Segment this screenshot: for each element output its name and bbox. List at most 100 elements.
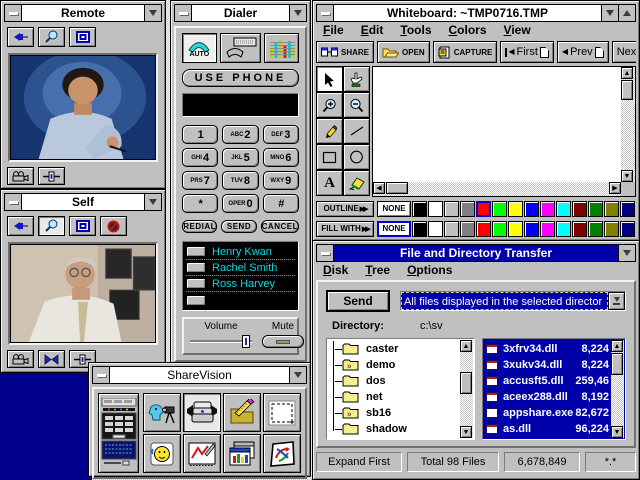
whiteboard-tools-button[interactable]: [223, 393, 261, 432]
first-page-button[interactable]: ◀ First: [500, 41, 554, 63]
app-share-button[interactable]: [223, 434, 261, 473]
key-4[interactable]: GHI4: [182, 148, 218, 167]
zoom-button[interactable]: [38, 216, 65, 236]
combobox-dropdown-button[interactable]: [608, 292, 625, 310]
key-3[interactable]: DEF3: [263, 125, 299, 144]
speed-dial-button[interactable]: [186, 278, 206, 289]
color-swatch[interactable]: [588, 201, 603, 217]
auto-dial-mode-button[interactable]: AUTO: [182, 33, 217, 63]
zoom-button[interactable]: [38, 27, 65, 47]
scroll-thumb[interactable]: [460, 372, 472, 394]
tree-row[interactable]: caster: [329, 341, 459, 357]
color-swatch[interactable]: [412, 221, 427, 237]
menu-tools[interactable]: Tools: [400, 23, 431, 37]
volume-slider-thumb[interactable]: [242, 335, 250, 348]
zoom-out-tool[interactable]: [343, 92, 370, 118]
scroll-thumb[interactable]: [386, 182, 408, 194]
color-swatch[interactable]: [556, 221, 571, 237]
folder-name[interactable]: dos: [366, 375, 386, 387]
folder-name[interactable]: caster: [366, 343, 398, 355]
minimize-button[interactable]: [618, 245, 635, 261]
scroll-up-button[interactable]: ▲: [621, 67, 633, 79]
menu-view[interactable]: View: [504, 23, 531, 37]
line-tool[interactable]: [343, 118, 370, 144]
open-button[interactable]: OPEN: [377, 41, 430, 63]
color-swatch[interactable]: [444, 201, 459, 217]
tree-row[interactable]: dos: [329, 373, 459, 389]
key-star[interactable]: *: [182, 194, 218, 213]
color-swatch[interactable]: [604, 221, 619, 237]
scroll-thumb[interactable]: [611, 353, 623, 375]
video-call-button[interactable]: [143, 393, 181, 432]
folder-name[interactable]: demo: [366, 359, 395, 371]
key-1[interactable]: 1: [182, 125, 218, 144]
file-row[interactable]: as.dll96,224: [485, 421, 610, 437]
full-view-button[interactable]: [69, 216, 96, 236]
scroll-down-button[interactable]: ▼: [621, 170, 633, 182]
key-2[interactable]: ABC2: [222, 125, 258, 144]
outline-label-button[interactable]: OUTLINE▶▶: [316, 201, 374, 217]
pin-button[interactable]: [7, 216, 34, 236]
key-8[interactable]: TUV8: [222, 171, 258, 190]
color-swatch[interactable]: [556, 201, 571, 217]
color-swatch[interactable]: [604, 201, 619, 217]
color-swatch[interactable]: [460, 201, 475, 217]
contact-name[interactable]: Ross Harvey: [212, 278, 275, 290]
file-list-scrollbar[interactable]: ▲ ▼: [611, 340, 624, 438]
tree-row[interactable]: net: [329, 389, 459, 405]
scroll-thumb[interactable]: [621, 80, 633, 100]
pencil-tool[interactable]: [316, 118, 343, 144]
color-swatch[interactable]: [476, 221, 491, 237]
text-tool[interactable]: A: [316, 170, 343, 196]
key-6[interactable]: MNO6: [263, 148, 299, 167]
image-share-button[interactable]: [263, 434, 301, 473]
hand-tool[interactable]: [343, 66, 370, 92]
menu-colors[interactable]: Colors: [449, 23, 487, 37]
zoom-in-tool[interactable]: [316, 92, 343, 118]
speed-dial-button[interactable]: [186, 295, 206, 306]
privacy-button[interactable]: [100, 216, 127, 236]
send-scope-combobox[interactable]: All files displayed in the selected dire…: [400, 291, 626, 311]
speed-dial-button[interactable]: [186, 246, 206, 257]
pin-button[interactable]: [7, 27, 34, 47]
dialer-launcher-button[interactable]: [98, 393, 139, 473]
scroll-up-button[interactable]: ▲: [611, 340, 623, 352]
color-swatch[interactable]: [620, 221, 635, 237]
share-button[interactable]: SHARE: [316, 41, 374, 63]
tree-row[interactable]: shadow: [329, 421, 459, 437]
control-menu-button[interactable]: [5, 194, 22, 210]
file-row[interactable]: appshare.exe82,672: [485, 405, 610, 421]
color-swatch[interactable]: [508, 221, 523, 237]
minimize-button[interactable]: [144, 194, 161, 210]
mute-button[interactable]: [262, 335, 304, 348]
ellipse-tool[interactable]: [343, 144, 370, 170]
color-swatch[interactable]: [524, 201, 539, 217]
key-7[interactable]: PRS7: [182, 171, 218, 190]
rectangle-tool[interactable]: [316, 144, 343, 170]
camera-button[interactable]: [7, 350, 34, 368]
prev-page-button[interactable]: ◀ Prev: [557, 41, 609, 63]
color-swatch[interactable]: [540, 201, 555, 217]
phonebook-button[interactable]: [183, 393, 221, 432]
control-menu-button[interactable]: [317, 245, 334, 261]
key-5[interactable]: JKL5: [222, 148, 258, 167]
file-row[interactable]: aceex288.dll8,192: [485, 389, 610, 405]
send-button[interactable]: Send: [326, 290, 390, 312]
self-view-button[interactable]: [143, 434, 181, 473]
color-swatch[interactable]: [460, 221, 475, 237]
whiteboard-canvas[interactable]: [373, 67, 621, 182]
file-row[interactable]: 3xfrv34.dll8,224: [485, 341, 610, 357]
minimize-button[interactable]: [144, 5, 161, 21]
contact-name[interactable]: Henry Kwan: [212, 246, 272, 258]
send-call-button[interactable]: SEND: [221, 220, 256, 233]
audio-levels-button[interactable]: [264, 33, 299, 63]
color-swatch[interactable]: [572, 221, 587, 237]
whiteboard-button[interactable]: [183, 434, 221, 473]
directory-tree-list[interactable]: caster » demo dos net » sb16: [326, 338, 475, 440]
tree-row[interactable]: » demo: [329, 357, 459, 373]
menu-edit[interactable]: Edit: [361, 23, 384, 37]
camera-button[interactable]: [7, 167, 34, 185]
redial-button[interactable]: REDIAL: [182, 220, 217, 233]
contact-name[interactable]: Rachel Smith: [212, 262, 277, 274]
menu-disk[interactable]: Disk: [323, 263, 348, 277]
